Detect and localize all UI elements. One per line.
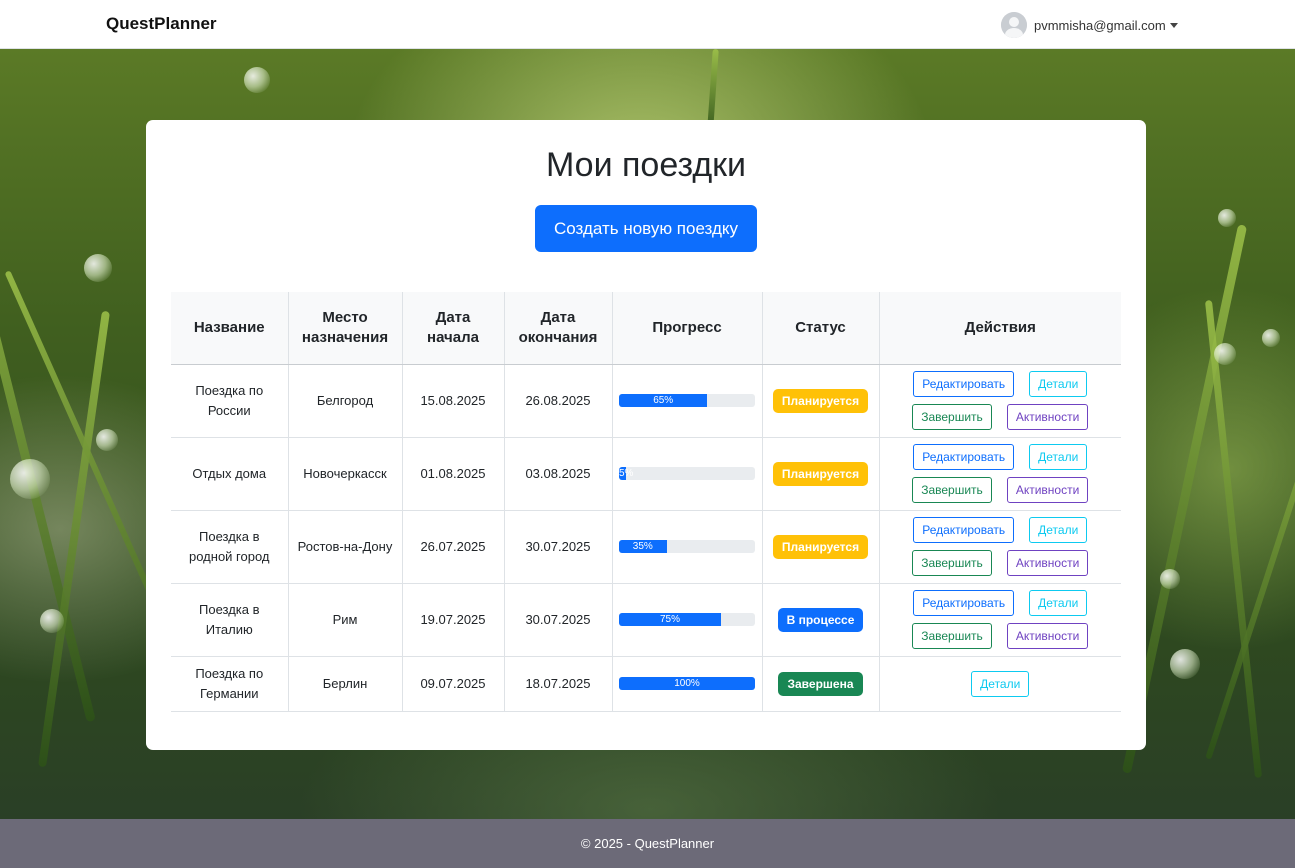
activities-button[interactable]: Активности [1006,404,1089,430]
finish-button[interactable]: Завершить [912,623,992,649]
status-badge: Завершена [778,671,863,696]
finish-button[interactable]: Завершить [912,550,992,576]
trip-actions-cell: Редактировать Детали Завершить Активности [879,510,1121,584]
activities-button[interactable]: Активности [1006,623,1089,649]
table-row: Поездка в Италию Рим 19.07.2025 30.07.2025 7… [171,583,1121,657]
details-button[interactable]: Детали [1029,590,1088,616]
trip-start-date-cell: 09.07.2025 [402,656,505,712]
trip-status-cell: Завершена [762,656,880,712]
column-header-destination: Место назначения [288,292,403,365]
finish-button[interactable]: Завершить [912,477,992,503]
edit-button[interactable]: Редактировать [913,517,1015,543]
table-row: Поездка по России Белгород 15.08.2025 26.08… [171,364,1121,438]
trip-name-cell: Поездка в Италию [171,583,289,657]
trip-destination-cell: Рим [288,583,403,657]
progress-bar: 5% [619,467,755,480]
table-row: Поездка в родной город Ростов-на-Дону 26.0… [171,510,1121,584]
trip-name-cell: Поездка в родной город [171,510,289,584]
status-badge: В процессе [777,607,864,632]
navbar: QuestPlanner pvmmisha@gmail.com [0,0,1295,49]
details-button[interactable]: Детали [1029,517,1088,543]
column-header-progress: Прогресс [612,292,763,365]
trip-start-date-cell: 19.07.2025 [402,583,505,657]
table-header-row: Название Место назначения Дата начала Да… [171,292,1121,365]
details-button[interactable]: Детали [1029,371,1088,397]
trip-start-date-cell: 15.08.2025 [402,364,505,438]
column-header-start-date: Дата начала [402,292,505,365]
progress-bar: 65% [619,394,755,407]
trip-status-cell: Планируется [762,437,880,511]
trip-progress-cell: 100% [612,656,763,712]
trip-actions-cell: Редактировать Детали Завершить Активности [879,364,1121,438]
column-header-actions: Действия [879,292,1121,365]
trip-name-cell: Поездка по России [171,364,289,438]
activities-button[interactable]: Активности [1006,550,1089,576]
trip-start-date-cell: 26.07.2025 [402,510,505,584]
trip-actions-cell: Редактировать Детали Завершить Активности [879,583,1121,657]
footer-copyright: © 2025 - QuestPlanner [580,836,715,851]
progress-bar-fill: 5% [619,467,634,480]
trip-name-cell: Отдых дома [171,437,289,511]
trip-end-date-cell: 26.08.2025 [504,364,613,438]
edit-button[interactable]: Редактировать [913,444,1015,470]
trip-destination-cell: Белгород [288,364,403,438]
column-header-status: Статус [762,292,880,365]
status-badge: Планируется [772,534,869,559]
trip-status-cell: В процессе [762,583,880,657]
trip-progress-cell: 35% [612,510,763,584]
trip-name-cell: Поездка по Германии [171,656,289,712]
trip-destination-cell: Ростов-на-Дону [288,510,403,584]
finish-button[interactable]: Завершить [912,404,992,430]
page-title: Мои поездки [545,146,747,184]
brand-logo[interactable]: QuestPlanner [106,14,217,34]
progress-bar-fill: 75% [619,613,721,626]
activities-button[interactable]: Активности [1006,477,1089,503]
details-button[interactable]: Детали [1029,444,1088,470]
status-badge: Планируется [772,388,869,413]
trip-end-date-cell: 03.08.2025 [504,437,613,511]
trip-end-date-cell: 30.07.2025 [504,583,613,657]
progress-bar: 75% [619,613,755,626]
progress-bar: 35% [619,540,755,553]
user-avatar-icon [1001,12,1027,38]
trip-status-cell: Планируется [762,510,880,584]
trip-progress-cell: 5% [612,437,763,511]
create-trip-button[interactable]: Создать новую поездку [535,205,757,252]
table-row: Поездка по Германии Берлин 09.07.2025 18.07… [171,656,1121,712]
trip-end-date-cell: 30.07.2025 [504,510,613,584]
chevron-down-icon [1169,22,1178,28]
status-badge: Планируется [772,461,869,486]
trip-destination-cell: Новочеркасск [288,437,403,511]
progress-bar-fill: 35% [619,540,667,553]
trip-destination-cell: Берлин [288,656,403,712]
edit-button[interactable]: Редактировать [913,590,1015,616]
trip-actions-cell: Редактировать Детали Завершить Активности [879,437,1121,511]
trip-actions-cell: Детали [879,656,1121,712]
footer: © 2025 - QuestPlanner [0,819,1295,868]
trips-table: Название Место назначения Дата начала Да… [171,292,1121,712]
details-button[interactable]: Детали [971,670,1030,697]
trip-progress-cell: 65% [612,364,763,438]
trip-progress-cell: 75% [612,583,763,657]
trip-start-date-cell: 01.08.2025 [402,437,505,511]
progress-bar-fill: 100% [619,677,755,690]
table-row: Отдых дома Новочеркасск 01.08.2025 03.08.20… [171,437,1121,511]
trip-status-cell: Планируется [762,364,880,438]
trips-card: Мои поездки Создать новую поездку Назван… [146,120,1146,750]
progress-bar-fill: 65% [619,394,708,407]
progress-bar: 100% [619,677,755,690]
user-email: pvmmisha@gmail.com [1034,17,1166,33]
edit-button[interactable]: Редактировать [913,371,1015,397]
column-header-name: Название [171,292,289,365]
trip-end-date-cell: 18.07.2025 [504,656,613,712]
column-header-end-date: Дата окончания [504,292,613,365]
user-menu-dropdown[interactable]: pvmmisha@gmail.com [1001,12,1178,38]
